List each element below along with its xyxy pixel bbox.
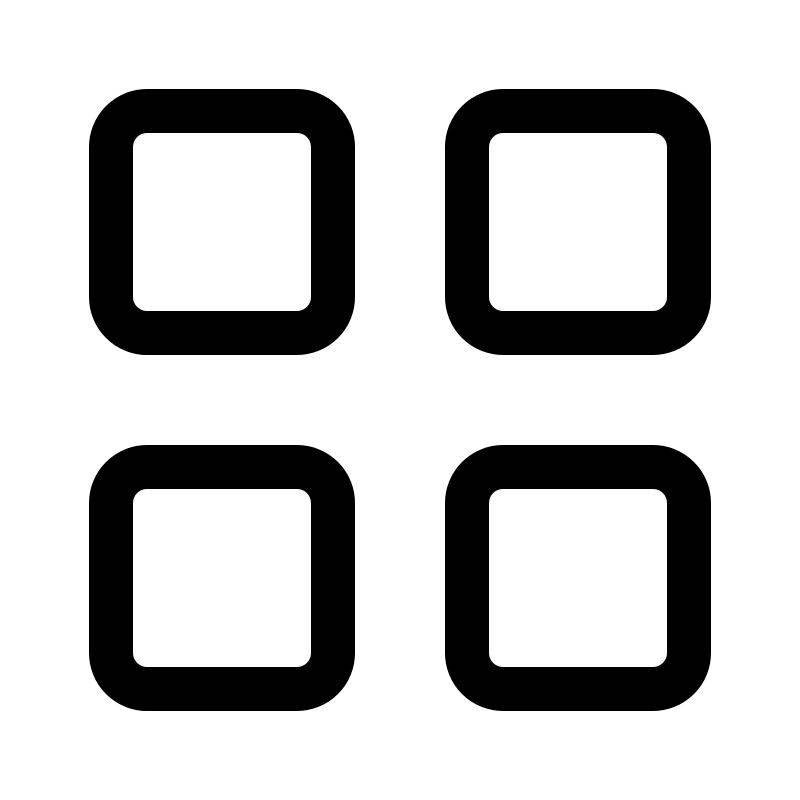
grid-tile-top-right-icon <box>445 89 711 355</box>
grid-tile-top-left-icon <box>89 89 355 355</box>
grid-tile-bottom-right-icon <box>445 445 711 711</box>
grid-tile-bottom-left-icon <box>89 445 355 711</box>
grid-icon <box>89 89 711 711</box>
icon-canvas <box>0 0 800 800</box>
